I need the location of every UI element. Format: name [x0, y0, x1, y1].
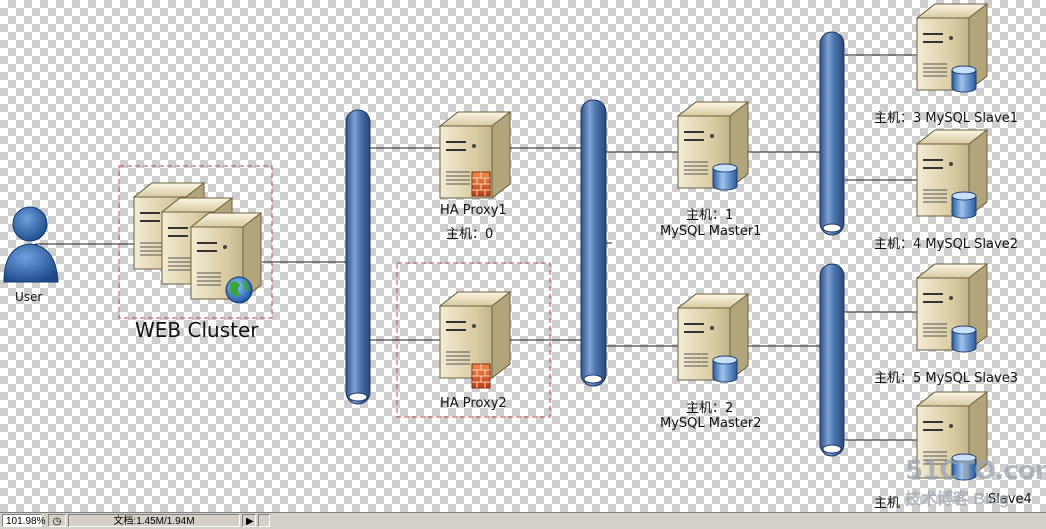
ha-proxy2-name: HA Proxy2 — [440, 396, 507, 411]
status-bar: 101.98% ◷ 文档:1.45M/1.94M ▶ — [0, 512, 1046, 529]
mysql-master2-host: 主机：2 — [686, 401, 734, 416]
network-bus-3 — [819, 31, 845, 236]
navigator-icon[interactable]: ◷ — [48, 514, 66, 527]
network-diagram — [3, 3, 988, 481]
mysql-slave1-label: 主机：3 MySQL Slave1 — [874, 111, 1018, 126]
scroll-handle[interactable] — [258, 514, 270, 527]
status-menu-arrow-icon[interactable]: ▶ — [242, 514, 256, 527]
mysql-slave3-label: 主机：5 MySQL Slave3 — [874, 371, 1018, 386]
web-cluster-servers — [133, 182, 262, 304]
mysql-slave2-server — [916, 129, 988, 219]
mysql-master1-server — [677, 101, 749, 191]
watermark-subtext: 技术博客 Blog — [905, 491, 1009, 508]
ha-proxy1-server — [439, 111, 511, 199]
mysql-slave2-label: 主机：4 MySQL Slave2 — [874, 237, 1018, 252]
network-bus-4 — [819, 263, 845, 457]
mysql-master2-server — [677, 293, 749, 383]
watermark-logo: 51CTO.com — [905, 456, 1046, 486]
network-bus-2 — [580, 99, 607, 387]
ha-proxy2-server — [439, 291, 511, 389]
mysql-slave3-server — [916, 263, 988, 353]
mysql-master1-name: MySQL Master1 — [660, 224, 762, 239]
network-bus-1 — [345, 109, 371, 405]
mysql-slave1-server — [916, 3, 988, 93]
ha-proxy1-host: 主机：0 — [446, 227, 494, 242]
zoom-level-field[interactable]: 101.98% — [2, 514, 45, 527]
web-cluster-label: WEB Cluster — [135, 318, 259, 342]
mysql-slave4-label: 主机 — [874, 496, 901, 511]
mysql-master1-host: 主机：1 — [686, 208, 734, 223]
document-size[interactable]: 文档:1.45M/1.94M — [68, 514, 240, 527]
mysql-master2-name: MySQL Master2 — [660, 416, 762, 431]
user-label: User — [15, 290, 43, 304]
ha-proxy1-name: HA Proxy1 — [440, 203, 507, 218]
globe-icon — [225, 276, 253, 304]
